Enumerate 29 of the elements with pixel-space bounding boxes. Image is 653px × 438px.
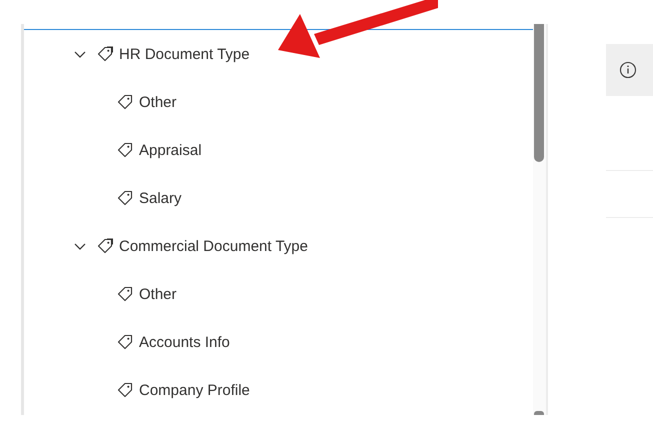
tag-icon xyxy=(117,142,133,158)
tree-item-label: Commercial Document Type xyxy=(119,238,308,254)
tree-item-label: Accounts Info xyxy=(139,334,230,350)
tree-item-label: Salary xyxy=(139,190,182,206)
tag-icon xyxy=(117,94,133,110)
tag-icon xyxy=(117,286,133,302)
tree-item[interactable]: Other xyxy=(24,78,533,126)
tree-item[interactable]: Company Profile xyxy=(24,366,533,414)
tree-item[interactable]: HR Document Type xyxy=(24,30,533,78)
tag-icon xyxy=(117,190,133,206)
tags-icon xyxy=(97,46,113,62)
tag-icon xyxy=(117,382,133,398)
tree-item-label: Company Profile xyxy=(139,382,250,398)
info-button[interactable] xyxy=(606,44,653,96)
scrollbar-arrow[interactable] xyxy=(534,411,544,415)
tree-item-label: Appraisal xyxy=(139,142,202,158)
tree-item[interactable]: Accounts Info xyxy=(24,318,533,366)
info-icon xyxy=(619,61,637,79)
tree-item[interactable]: Appraisal xyxy=(24,126,533,174)
tree-item[interactable]: Salary xyxy=(24,174,533,222)
tag-icon xyxy=(117,334,133,350)
tree-item-label: Other xyxy=(139,286,177,302)
tree-item[interactable]: Other xyxy=(24,270,533,318)
tree-item-label: Other xyxy=(139,94,177,110)
scrollbar-thumb[interactable] xyxy=(534,24,544,162)
scrollbar[interactable] xyxy=(533,24,548,415)
tags-icon xyxy=(97,238,113,254)
tree-item[interactable]: Commercial Document Type xyxy=(24,222,533,270)
tree-item-label: HR Document Type xyxy=(119,46,250,62)
